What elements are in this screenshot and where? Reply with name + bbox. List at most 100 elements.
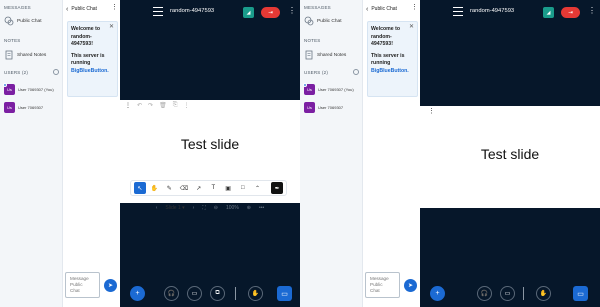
send-button[interactable]: ➤	[404, 279, 417, 292]
raise-hand-icon[interactable]: ✋	[536, 286, 551, 301]
bigbluebutton-link[interactable]: BigBlueButton.	[371, 68, 414, 76]
user-list-item[interactable]: Us User 7069307 (You)	[303, 83, 354, 95]
note-tool-icon[interactable]: ▣	[222, 182, 234, 194]
chevron-left-icon[interactable]: ‹	[156, 205, 158, 211]
fit-to-width-icon[interactable]: ⛶	[202, 205, 206, 211]
more-options-icon[interactable]: ⋮	[288, 6, 296, 15]
gear-icon[interactable]	[353, 69, 359, 75]
send-icon: ➤	[407, 283, 414, 289]
avatar: Us	[4, 102, 15, 113]
close-icon[interactable]: ✕	[109, 24, 114, 32]
send-button[interactable]: ➤	[104, 279, 117, 292]
user-name: User 7069307 (You)	[18, 87, 54, 92]
slide-text: Test slide	[180, 136, 240, 152]
notes-section-title: NOTES	[304, 38, 321, 43]
user-list-item[interactable]: Us User 7069307	[4, 102, 43, 113]
undo-icon[interactable]: ↶	[137, 102, 142, 109]
more-options-icon[interactable]: ⋮	[428, 107, 435, 115]
user-list-item[interactable]: Us User 7069307	[304, 102, 343, 113]
whiteboard-slide[interactable]: ⋮ Test slide	[420, 106, 600, 208]
chat-title: Public Chat	[371, 6, 397, 12]
public-chat-item[interactable]: Public Chat	[4, 16, 42, 26]
video-off-icon[interactable]: ▭	[500, 286, 515, 301]
divider	[235, 287, 236, 300]
gear-icon[interactable]	[53, 69, 59, 75]
rectangle-tool-icon[interactable]: □	[237, 182, 249, 194]
left-client-window: MESSAGES Public Chat NOTES Shared Notes …	[0, 0, 300, 307]
plus-icon[interactable]: +	[130, 286, 145, 301]
chevron-right-icon[interactable]: ›	[193, 205, 195, 211]
presentation-icon[interactable]: ▭	[573, 286, 588, 301]
select-tool-icon[interactable]: ↖	[134, 182, 146, 194]
menu-icon[interactable]	[453, 7, 463, 16]
menu-icon[interactable]	[153, 7, 163, 16]
chevron-left-icon[interactable]: ‹	[366, 6, 368, 13]
record-icon[interactable]: ◢	[243, 7, 254, 18]
record-icon[interactable]: ◢	[543, 7, 554, 18]
chat-title: Public Chat	[71, 6, 97, 12]
close-icon[interactable]: ✕	[409, 24, 414, 32]
chat-header: ‹ Public Chat ⋮	[363, 0, 421, 18]
welcome-text: running	[71, 60, 91, 66]
zoom-in-icon[interactable]: ⊕	[247, 205, 251, 211]
leave-button[interactable]: ⇥	[561, 7, 580, 18]
send-icon: ➤	[107, 283, 114, 289]
welcome-message: ✕ Welcome to random- 4947593! This serve…	[367, 21, 418, 97]
drawing-toolbar: ↖ ✋ ✎ ⌫ ↗ T ▣ □ ⌃ ✒	[130, 180, 287, 196]
more-options-icon[interactable]: ⋮	[411, 3, 418, 11]
slide-selector[interactable]: Slide 1 ▾	[165, 205, 184, 211]
screen-share-icon[interactable]: ⧉	[210, 286, 225, 301]
message-input[interactable]: Message Public Chat	[365, 272, 400, 298]
zoom-out-icon[interactable]: ⊖	[214, 205, 218, 211]
bigbluebutton-link[interactable]: BigBlueButton.	[71, 68, 114, 76]
shared-notes-item[interactable]: Shared Notes	[304, 50, 346, 60]
eraser-tool-icon[interactable]: ⌫	[178, 182, 190, 194]
top-bar: random-4947593 ◢ ⇥ ⋮	[420, 0, 600, 24]
redo-icon[interactable]: ↷	[148, 102, 153, 109]
pen-icon[interactable]: ✒	[271, 182, 283, 194]
hand-tool-icon[interactable]: ✋	[149, 182, 161, 194]
arrow-tool-icon[interactable]: ↗	[193, 182, 205, 194]
public-chat-label: Public Chat	[317, 18, 342, 24]
more-options-icon[interactable]: ⋮	[588, 6, 596, 15]
welcome-text: random-	[371, 33, 392, 40]
duplicate-icon[interactable]: ⎘	[173, 102, 178, 109]
avatar: Us	[304, 102, 315, 113]
video-off-icon[interactable]: ▭	[187, 286, 202, 301]
public-chat-item[interactable]: Public Chat	[304, 16, 342, 26]
more-icon[interactable]: •••	[259, 205, 264, 211]
raise-hand-icon[interactable]: ✋	[248, 286, 263, 301]
welcome-message: ✕ Welcome to random- 4947593! This serve…	[67, 21, 118, 97]
notes-icon	[304, 50, 314, 60]
messages-section-title: MESSAGES	[304, 5, 331, 10]
zoom-level: 100%	[226, 205, 239, 211]
mute-audio-icon[interactable]: 🎧	[477, 286, 492, 301]
more-icon[interactable]: ⋮	[184, 102, 190, 109]
welcome-text: 4947593!	[71, 41, 93, 47]
right-client-window: MESSAGES Public Chat NOTES Shared Notes …	[300, 0, 600, 307]
welcome-text: Welcome to	[71, 26, 101, 32]
more-options-icon[interactable]: ⋮	[111, 3, 118, 11]
chevron-left-icon[interactable]: ‹	[66, 6, 68, 13]
more-options-icon[interactable]: ⋮	[125, 102, 131, 109]
leave-button[interactable]: ⇥	[261, 7, 280, 18]
user-list-item[interactable]: Us User 7069307 (You)	[3, 83, 54, 95]
users-section-title: USERS (2)	[4, 70, 29, 75]
delete-icon[interactable]: 🗑	[159, 102, 167, 109]
shared-notes-item[interactable]: Shared Notes	[4, 50, 46, 60]
presentation-area: random-4947593 ◢ ⇥ ⋮ ⋮ Test slide + 🎧 ▭ …	[420, 0, 600, 307]
plus-icon[interactable]: +	[430, 286, 445, 301]
avatar: Us	[3, 83, 15, 95]
presentation-icon[interactable]: ▭	[277, 286, 292, 301]
mute-audio-icon[interactable]: 🎧	[164, 286, 179, 301]
user-name: User 7069307	[318, 105, 344, 110]
text-tool-icon[interactable]: T	[208, 182, 220, 194]
chevron-up-icon[interactable]: ⌃	[252, 182, 264, 194]
message-input[interactable]: Message Public Chat	[65, 272, 100, 298]
shared-notes-label: Shared Notes	[17, 52, 47, 58]
users-section-title: USERS (2)	[304, 70, 329, 75]
user-list-panel: MESSAGES Public Chat NOTES Shared Notes …	[300, 0, 362, 307]
top-bar: random-4947593 ◢ ⇥ ⋮	[120, 0, 300, 24]
welcome-text: Welcome to	[371, 26, 401, 32]
pencil-tool-icon[interactable]: ✎	[163, 182, 175, 194]
